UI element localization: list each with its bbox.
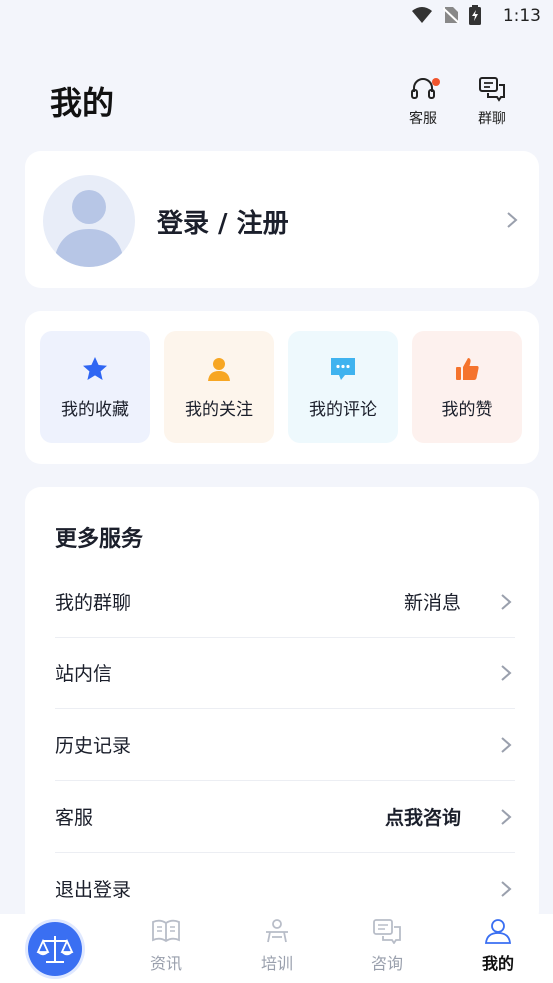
- group-chat-label: 群聊: [478, 111, 506, 127]
- status-icons: [411, 5, 481, 25]
- tab-consult[interactable]: 咨询: [347, 918, 427, 974]
- chevron-right-icon: [501, 594, 512, 610]
- consult-hint: 点我咨询: [384, 807, 461, 829]
- status-time: 1:13: [502, 6, 541, 26]
- customer-service-button[interactable]: 客服: [400, 76, 446, 128]
- my-likes-tile[interactable]: 我的赞: [412, 331, 522, 443]
- wifi-icon: [412, 7, 432, 23]
- menu-row-label: 我的群聊: [55, 592, 132, 614]
- home-scale-button[interactable]: [28, 922, 82, 976]
- user-profile-icon: [485, 919, 511, 944]
- menu-row-label: 站内信: [55, 663, 113, 685]
- menu-row-label: 客服: [55, 807, 94, 829]
- chat-bubbles-icon: [373, 919, 401, 945]
- quick-actions-card: 我的收藏 我的关注 我的评论 我的赞: [25, 311, 539, 464]
- group-chat-button[interactable]: 群聊: [469, 76, 515, 128]
- avatar[interactable]: [43, 175, 135, 267]
- tab-news[interactable]: 资讯: [126, 918, 206, 974]
- tab-label: 咨询: [370, 954, 403, 973]
- no-sim-icon: [443, 7, 459, 24]
- my-likes-label: 我的赞: [441, 400, 493, 420]
- more-services-card: 更多服务 我的群聊 新消息 站内信 历史记录 客服 点我咨询 退出登录: [25, 487, 539, 927]
- thumbs-up-icon: [456, 358, 479, 380]
- customer-service-label: 客服: [409, 111, 437, 127]
- login-register-link[interactable]: 登录 / 注册: [157, 203, 289, 240]
- menu-row-label: 退出登录: [55, 879, 132, 901]
- new-message-hint: 新消息: [403, 592, 461, 614]
- menu-row-history[interactable]: 历史记录: [55, 709, 515, 781]
- notification-dot: [432, 78, 440, 86]
- menu-row-group-chat[interactable]: 我的群聊 新消息: [55, 566, 515, 638]
- my-comments-label: 我的评论: [309, 400, 377, 420]
- chevron-right-icon: [501, 809, 512, 825]
- tab-label: 培训: [260, 954, 293, 973]
- chevron-right-icon: [507, 212, 518, 228]
- chevron-right-icon: [501, 881, 512, 897]
- chevron-right-icon: [501, 665, 512, 681]
- my-favorites-label: 我的收藏: [61, 400, 129, 420]
- person-icon: [208, 358, 230, 381]
- my-follows-label: 我的关注: [185, 400, 253, 420]
- star-icon: [83, 357, 107, 380]
- lecturer-icon: [266, 919, 288, 943]
- menu-row-customer-service[interactable]: 客服 点我咨询: [55, 781, 515, 853]
- menu-row-inbox[interactable]: 站内信: [55, 637, 515, 709]
- battery-icon: [469, 5, 481, 25]
- profile-card[interactable]: 登录 / 注册: [25, 151, 539, 288]
- my-follows-tile[interactable]: 我的关注: [164, 331, 274, 443]
- status-bar: 1:13: [0, 0, 553, 32]
- default-avatar-icon: [53, 190, 125, 267]
- my-favorites-tile[interactable]: 我的收藏: [40, 331, 150, 443]
- tab-training[interactable]: 培训: [237, 918, 317, 974]
- chat-bubbles-icon: [479, 77, 505, 102]
- page-title: 我的: [50, 84, 115, 122]
- comment-icon: [331, 358, 355, 380]
- tab-label: 我的: [481, 954, 514, 973]
- more-services-title: 更多服务: [55, 527, 144, 552]
- book-icon: [152, 919, 180, 943]
- tab-mine[interactable]: 我的: [458, 918, 538, 974]
- chevron-right-icon: [501, 737, 512, 753]
- scales-icon: [36, 936, 74, 963]
- menu-row-label: 历史记录: [55, 735, 132, 757]
- tab-label: 资讯: [149, 954, 182, 973]
- bottom-tab-bar: 资讯 培训 咨询 我的: [0, 914, 553, 983]
- my-comments-tile[interactable]: 我的评论: [288, 331, 398, 443]
